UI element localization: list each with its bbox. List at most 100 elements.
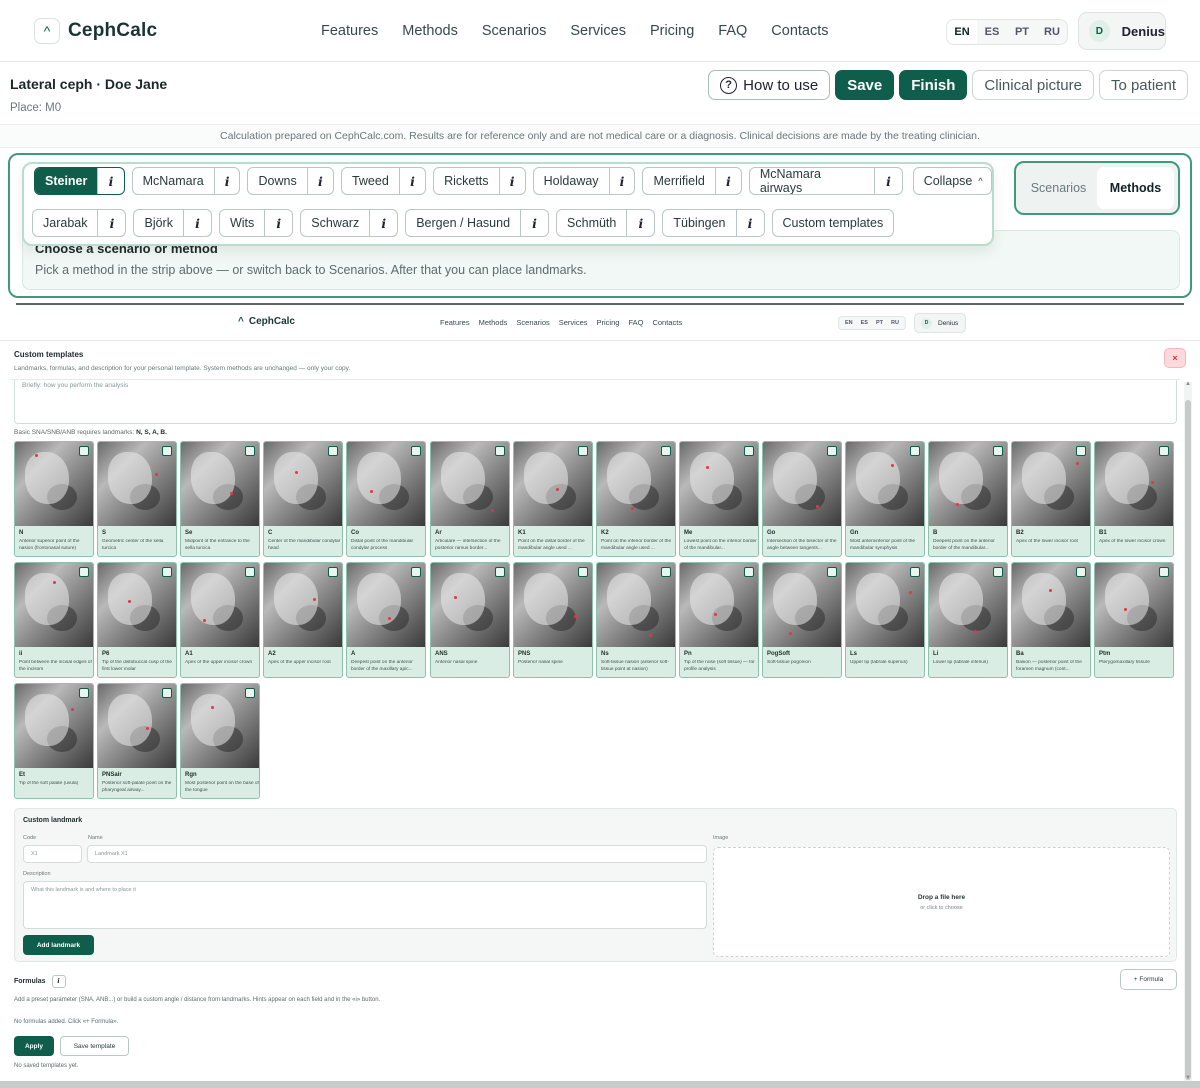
save-template-button[interactable]: Save template	[60, 1036, 129, 1056]
lang-pt[interactable]: PT	[876, 320, 883, 326]
landmark-card[interactable]: Ns Soft-tissue nasion (anterior soft-tiss…	[596, 562, 676, 678]
info-icon[interactable]: i	[51, 975, 66, 988]
method-chip-holdaway[interactable]: Holdaway i	[532, 167, 636, 195]
landmark-card[interactable]: C Center of the mandibular condylar head	[263, 441, 343, 557]
method-chip-steiner[interactable]: Steiner i	[34, 167, 125, 195]
landmark-card[interactable]: Me Lowest point on the inferior border of…	[679, 441, 759, 557]
landmark-checkbox[interactable]	[578, 446, 588, 456]
landmark-checkbox[interactable]	[1076, 567, 1086, 577]
scrollbar-thumb[interactable]	[1185, 400, 1191, 1080]
close-button[interactable]: ×	[1164, 348, 1186, 368]
nav-link-scenarios[interactable]: Scenarios	[516, 318, 549, 327]
nav-link-features[interactable]: Features	[321, 23, 378, 39]
nav-link-features[interactable]: Features	[440, 318, 470, 327]
to-patient-button[interactable]: To patient	[1098, 70, 1188, 100]
name-input[interactable]: Landmark X1	[87, 845, 707, 863]
landmark-checkbox[interactable]	[162, 446, 172, 456]
clinical-picture-button[interactable]: Clinical picture	[972, 70, 1094, 100]
landmark-card[interactable]: Ptm Pterygomaxillary fissure	[1094, 562, 1174, 678]
info-icon[interactable]: i	[398, 168, 425, 194]
nav-link-faq[interactable]: FAQ	[628, 318, 643, 327]
landmark-card[interactable]: PNS Posterior nasal spine	[513, 562, 593, 678]
method-chip-wits[interactable]: Wits i	[218, 209, 294, 237]
landmark-card[interactable]: Go Intersection of the bisector of the an…	[762, 441, 842, 557]
landmark-card[interactable]: Rgn Most posterior point on the base of t…	[180, 683, 260, 799]
nav-link-pricing[interactable]: Pricing	[597, 318, 620, 327]
image-dropzone[interactable]: Drop a file here or click to choose	[713, 847, 1170, 957]
landmark-checkbox[interactable]	[1159, 446, 1169, 456]
landmark-checkbox[interactable]	[744, 567, 754, 577]
description-textarea[interactable]: What this landmark is and where to place…	[23, 881, 707, 929]
tab-methods[interactable]: Methods	[1097, 167, 1174, 209]
info-icon[interactable]: i	[306, 168, 333, 194]
landmark-card[interactable]: Gn Most anteroinferior point of the mandi…	[845, 441, 925, 557]
landmark-card[interactable]: P6 Tip of the distobuccal cusp of the fir…	[97, 562, 177, 678]
nav-link-contacts[interactable]: Contacts	[652, 318, 682, 327]
landmark-checkbox[interactable]	[1076, 446, 1086, 456]
landmark-checkbox[interactable]	[910, 567, 920, 577]
method-chip-tubingen[interactable]: Tübingen i	[662, 209, 765, 237]
landmark-checkbox[interactable]	[578, 567, 588, 577]
landmark-checkbox[interactable]	[661, 567, 671, 577]
method-chip-merrifield[interactable]: Merrifield i	[642, 167, 742, 195]
collapse-button[interactable]: Collapse ^	[912, 167, 992, 195]
landmark-card[interactable]: ANS Anterior nasal spine	[430, 562, 510, 678]
method-chip-schmuth[interactable]: Schmüth i	[556, 209, 656, 237]
code-input[interactable]: X1	[23, 845, 82, 863]
embedded-brand[interactable]: ^ CephCalc	[238, 316, 295, 327]
landmark-checkbox[interactable]	[245, 567, 255, 577]
landmark-card[interactable]: N Anterior superior point of the nasion (…	[14, 441, 94, 557]
info-icon[interactable]: i	[498, 168, 525, 194]
lang-en[interactable]: EN	[947, 20, 977, 44]
landmark-card[interactable]: Ba Basion — posterior point of the forame…	[1011, 562, 1091, 678]
add-formula-button[interactable]: + Formula	[1120, 969, 1177, 990]
landmark-checkbox[interactable]	[495, 567, 505, 577]
nav-link-pricing[interactable]: Pricing	[650, 23, 694, 39]
landmark-checkbox[interactable]	[162, 688, 172, 698]
landmark-checkbox[interactable]	[79, 446, 89, 456]
lang-pt[interactable]: PT	[1007, 20, 1037, 44]
embedded-user-menu[interactable]: D Denius	[914, 313, 966, 333]
tab-scenarios[interactable]: Scenarios	[1020, 167, 1097, 209]
landmark-card[interactable]: PNSair Posterior soft-palate point on the…	[97, 683, 177, 799]
info-icon[interactable]: i	[97, 168, 123, 194]
lang-ru[interactable]: RU	[891, 320, 899, 326]
method-chip-ricketts[interactable]: Ricketts i	[433, 167, 526, 195]
landmark-checkbox[interactable]	[993, 446, 1003, 456]
custom-templates-chip[interactable]: Custom templates	[771, 209, 895, 237]
finish-button[interactable]: Finish	[899, 70, 968, 100]
landmark-card[interactable]: B Deepest point on the anterior border of…	[928, 441, 1008, 557]
lang-en[interactable]: EN	[845, 320, 853, 326]
method-chip-downs[interactable]: Downs i	[247, 167, 334, 195]
lang-es[interactable]: ES	[861, 320, 868, 326]
landmark-card[interactable]: Ls Upper lip (labrale superius)	[845, 562, 925, 678]
landmark-checkbox[interactable]	[79, 567, 89, 577]
landmark-card[interactable]: A2 Apex of the upper incisor root	[263, 562, 343, 678]
apply-button[interactable]: Apply	[14, 1036, 54, 1056]
analysis-description-textarea[interactable]: Briefly: how you perform the analysis	[14, 380, 1177, 424]
landmark-card[interactable]: Ar Articulare — intersection of the poste…	[430, 441, 510, 557]
landmark-card[interactable]: K1 Point on the distal border of the mand…	[513, 441, 593, 557]
landmark-checkbox[interactable]	[328, 446, 338, 456]
landmark-checkbox[interactable]	[411, 567, 421, 577]
method-chip-bergen-hasund[interactable]: Bergen / Hasund i	[405, 209, 550, 237]
landmark-card[interactable]: A Deepest point on the anterior border of…	[346, 562, 426, 678]
info-icon[interactable]: i	[369, 210, 397, 236]
info-icon[interactable]: i	[874, 168, 901, 194]
landmark-checkbox[interactable]	[411, 446, 421, 456]
user-menu[interactable]: D Denius	[1078, 12, 1166, 50]
landmark-card[interactable]: S Geometric center of the sella turcica	[97, 441, 177, 557]
info-icon[interactable]: i	[520, 210, 548, 236]
nav-link-services[interactable]: Services	[559, 318, 588, 327]
nav-link-methods[interactable]: Methods	[402, 23, 458, 39]
landmark-checkbox[interactable]	[1159, 567, 1169, 577]
info-icon[interactable]: i	[97, 210, 125, 236]
landmark-checkbox[interactable]	[328, 567, 338, 577]
info-icon[interactable]: i	[626, 210, 654, 236]
landmark-card[interactable]: ii Point between the incisal edges of the…	[14, 562, 94, 678]
info-icon[interactable]: i	[213, 168, 240, 194]
landmark-checkbox[interactable]	[744, 446, 754, 456]
landmark-checkbox[interactable]	[827, 567, 837, 577]
save-button[interactable]: Save	[835, 70, 895, 100]
info-icon[interactable]: i	[182, 210, 211, 236]
